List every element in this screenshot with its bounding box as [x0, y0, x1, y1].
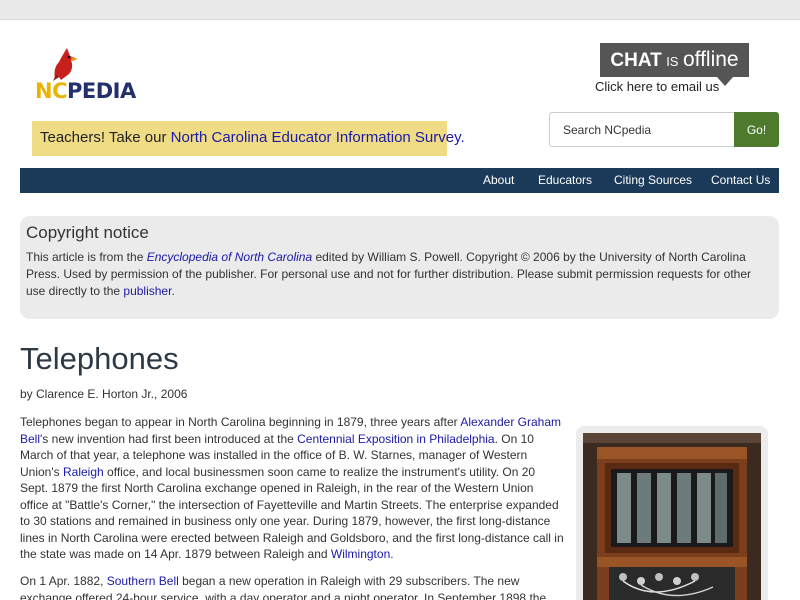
switchboard-photo[interactable]: [583, 433, 761, 600]
chat-bubble-tail: [717, 77, 733, 86]
southern-bell-link[interactable]: Southern Bell: [107, 574, 179, 588]
copyright-title: Copyright notice: [26, 223, 149, 242]
survey-prefix: Teachers! Take our: [40, 129, 171, 146]
chat-status: offline: [682, 48, 739, 71]
search-input[interactable]: [549, 112, 734, 147]
nav-item-citing-sources[interactable]: Citing Sources: [614, 173, 692, 187]
centennial-exposition-link[interactable]: Centennial Exposition in Philadelphia: [297, 432, 494, 446]
article-byline: by Clarence E. Horton Jr., 2006: [20, 387, 188, 401]
nav-item-educators[interactable]: Educators: [538, 173, 592, 187]
paragraph-text: On 1 Apr. 1882,: [20, 574, 107, 588]
page-title: Telephones: [20, 341, 179, 376]
survey-link[interactable]: North Carolina Educator Information Surv…: [171, 129, 465, 146]
main-nav: About Educators Citing Sources Contact U…: [20, 168, 779, 193]
copyright-notice: Copyright notice This article is from th…: [20, 216, 779, 319]
email-link[interactable]: Click here to email us: [595, 79, 719, 94]
ncpedia-logo[interactable]: NCPEDIA: [33, 46, 148, 108]
raleigh-link[interactable]: Raleigh: [63, 465, 104, 479]
logo-wordmark: NCPEDIA: [35, 79, 136, 103]
paragraph-text: 's new invention had first been introduc…: [40, 431, 298, 446]
nav-item-about[interactable]: About: [483, 173, 514, 187]
wilmington-link[interactable]: Wilmington: [331, 547, 390, 561]
chat-status-badge[interactable]: CHAT IS offline: [600, 43, 749, 77]
copyright-text: This article is from the Encyclopedia of…: [26, 249, 771, 300]
survey-banner: Teachers! Take our North Carolina Educat…: [32, 121, 465, 156]
paragraph-text: .: [390, 547, 394, 561]
publisher-link[interactable]: publisher: [123, 284, 171, 298]
article-paragraph: Telephones began to appear in North Caro…: [20, 414, 564, 563]
nav-item-contact-us[interactable]: Contact Us: [711, 173, 770, 187]
copyright-text-part: .: [171, 284, 175, 298]
top-strip: [0, 0, 800, 20]
chat-is-word: IS: [666, 54, 679, 69]
encyclopedia-link[interactable]: Encyclopedia of North Carolina: [147, 250, 312, 264]
switchboard-image: [583, 433, 761, 600]
cardinal-icon: [53, 48, 78, 81]
chat-word: CHAT: [610, 50, 662, 71]
search-go-button[interactable]: Go!: [734, 112, 779, 147]
paragraph-text: Telephones began to appear in North Caro…: [20, 415, 461, 429]
article-paragraph: On 1 Apr. 1882, Southern Bell began a ne…: [20, 573, 564, 600]
copyright-text-part: This article is from the: [26, 250, 147, 264]
